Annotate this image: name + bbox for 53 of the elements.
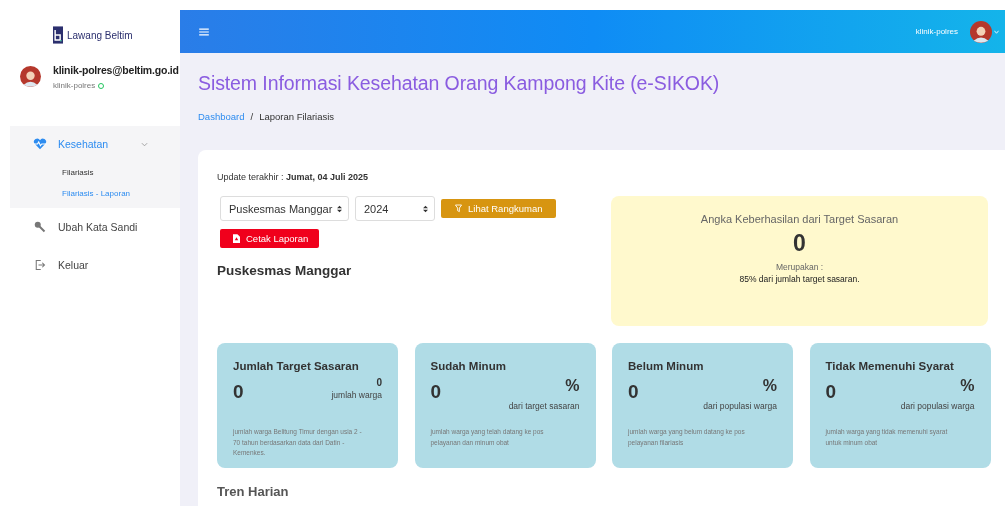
filter-icon — [455, 204, 462, 213]
stat-unit: 0 — [376, 377, 382, 388]
menu-item[interactable]: Ubah Kata Sandi — [10, 208, 180, 246]
dropdown[interactable]: Puskesmas Manggar — [220, 196, 349, 221]
submenu-item[interactable]: Filariasis — [10, 162, 180, 183]
logo-icon — [53, 24, 63, 46]
update-text: Update terakhir : Jumat, 04 Juli 2025 — [217, 172, 370, 182]
breadcrumb-item[interactable]: Dashboard — [198, 111, 245, 122]
key-icon — [33, 221, 47, 233]
stat-unit-label: dari populasi warga — [900, 401, 975, 411]
submenu-item[interactable]: Filariasis - Laporan — [10, 183, 180, 204]
menu-icon[interactable] — [199, 27, 209, 36]
stat-unit: % — [565, 377, 580, 395]
caret-icon[interactable] — [994, 29, 999, 34]
breadcrumb-item: Laporan Filariasis — [259, 111, 335, 122]
menu-item[interactable]: Kesehatan — [10, 126, 180, 162]
sort-icon — [423, 204, 428, 213]
sort-icon — [337, 204, 342, 213]
user-name: klinik-polres — [53, 81, 96, 90]
highlight-title: Angka Keberhasilan dari Target Sasaran — [700, 213, 899, 225]
section-heading: Puskesmas Manggar — [217, 263, 353, 278]
stat-unit: % — [960, 377, 975, 395]
highlight-caption: Merupakan : — [775, 262, 824, 272]
breadcrumb-separator: / — [250, 111, 254, 122]
stat-title: Belum Minum — [628, 360, 705, 372]
stat-value: 0 — [628, 381, 639, 404]
section-heading: Tren Harian — [217, 484, 290, 499]
user-name[interactable]: klinik-polres — [915, 27, 958, 36]
heartbeat-icon — [33, 138, 47, 150]
stat-value: 0 — [430, 381, 442, 404]
stat-title: Jumlah Target Sasaran — [233, 360, 360, 372]
dropdown[interactable]: 2024 — [355, 196, 435, 221]
stat-unit: % — [762, 377, 777, 395]
stat-unit-label: dari populasi warga — [703, 401, 777, 411]
stat-value: 0 — [233, 381, 244, 404]
avatar-icon — [20, 66, 41, 87]
stat-title: Tidak Memenuhi Syarat — [825, 360, 955, 372]
stat-value: 0 — [825, 381, 837, 404]
avatar-icon[interactable] — [970, 20, 992, 43]
print-button[interactable]: Cetak Laporan — [220, 229, 320, 248]
summary-button[interactable]: Lihat Rangkuman — [441, 199, 557, 218]
menu-item[interactable]: Keluar — [10, 246, 180, 284]
stat-unit-label: dari target sasaran — [508, 401, 580, 411]
page-title: Sistem Informasi Kesehatan Orang Kampong Kite (e-SIKOK) — [198, 72, 721, 95]
stat-unit-label: jumlah warga — [331, 390, 382, 400]
user-email: klinik-polres@beltim.go.id — [53, 64, 179, 76]
stat-title: Sudah Minum — [430, 360, 507, 372]
pdf-file-icon — [233, 234, 240, 243]
logo-text: Lawang Beltim — [67, 29, 133, 41]
highlight-value: 0 — [793, 230, 806, 257]
logout-icon — [33, 259, 47, 271]
chevron-icon — [141, 141, 149, 147]
highlight-detail: 85% dari jumlah target sasaran. — [739, 274, 860, 284]
